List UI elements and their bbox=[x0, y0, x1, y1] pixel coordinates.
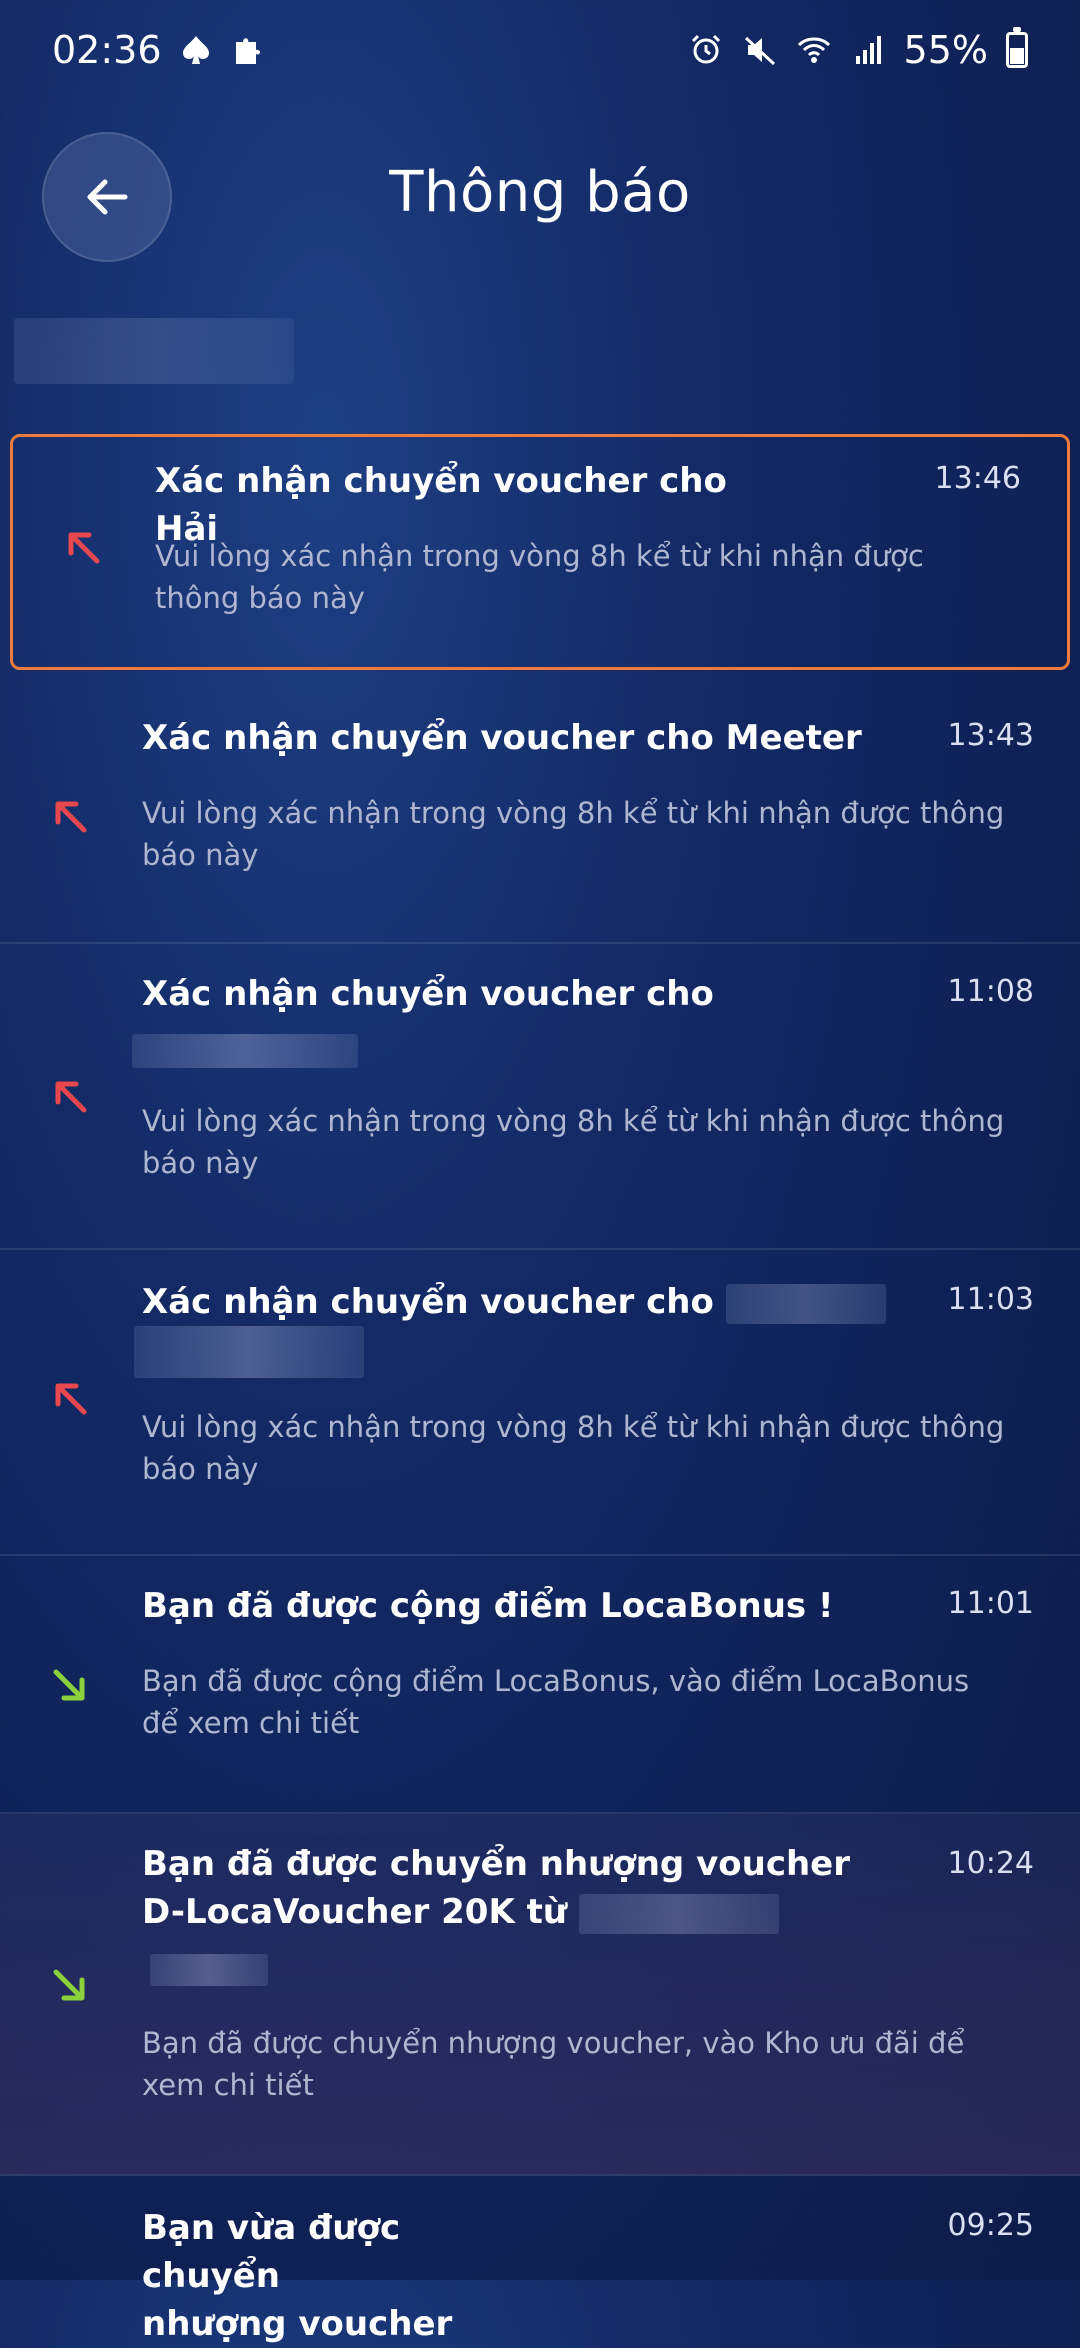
title-text: D-LocaVoucher 20K từ bbox=[142, 1892, 568, 1932]
notification-body: Vui lòng xác nhận trong vòng 8h kể từ kh… bbox=[155, 539, 924, 615]
notification-list: Xác nhận chuyển voucher cho Hải 13:46 Vu… bbox=[0, 428, 1080, 2344]
title-text: Bạn vừa được bbox=[142, 2208, 401, 2248]
notification-item[interactable]: Xác nhận chuyển voucher cho 11:03 Vui lò… bbox=[0, 1250, 1080, 1556]
redacted-name bbox=[132, 1034, 358, 1068]
redacted-name bbox=[725, 1283, 886, 1324]
notification-time: 11:03 bbox=[947, 1282, 1034, 1317]
title-line-2: nhượng voucher bbox=[142, 2304, 453, 2344]
redacted-name bbox=[150, 1954, 268, 1986]
redacted-name bbox=[578, 1893, 779, 1934]
title-text: Xác nhận chuyển voucher cho bbox=[155, 461, 727, 501]
notification-time: 13:46 bbox=[934, 461, 1021, 496]
arrow-up-left-icon bbox=[55, 1081, 87, 1113]
notification-body: Vui lòng xác nhận trong vòng 8h kể từ kh… bbox=[142, 1104, 1005, 1180]
notification-body: Bạn đã được cộng điểm LocaBonus, vào điể… bbox=[142, 1664, 970, 1740]
notification-title: Bạn vừa được chuyển nhượng voucher bbox=[142, 2204, 860, 2348]
notification-title: Xác nhận chuyển voucher cho Meeter bbox=[142, 718, 862, 758]
title-text: chuyển bbox=[142, 2256, 280, 2296]
notification-item[interactable]: Xác nhận chuyển voucher cho 11:08 Vui lò… bbox=[0, 944, 1080, 1250]
notification-item[interactable]: Bạn đã được cộng điểm LocaBonus ! 11:01 … bbox=[0, 1556, 1080, 1814]
notification-title: Bạn đã được cộng điểm LocaBonus ! bbox=[142, 1586, 834, 1626]
status-bar: 02:36 55% bbox=[0, 0, 1080, 100]
notification-item[interactable]: Xác nhận chuyển voucher cho Hải 13:46 Vu… bbox=[10, 434, 1070, 670]
notification-time: 09:25 bbox=[947, 2208, 1034, 2243]
title-line-2: D-LocaVoucher 20K từ bbox=[142, 1888, 890, 1936]
notification-body: Vui lòng xác nhận trong vòng 8h kể từ kh… bbox=[142, 796, 1005, 872]
arrow-up-left-icon bbox=[68, 532, 100, 564]
status-right: 55% bbox=[688, 27, 1028, 72]
arrow-down-right-icon bbox=[53, 1669, 85, 1701]
header: Thông báo bbox=[0, 120, 1080, 280]
notification-title: Bạn đã được chuyển nhượng voucher D-Loca… bbox=[142, 1840, 890, 1936]
page-title: Thông báo bbox=[389, 160, 691, 225]
status-time: 02:36 bbox=[52, 28, 162, 72]
notification-time: 13:43 bbox=[947, 718, 1034, 753]
redacted-name bbox=[134, 1326, 364, 1378]
puzzle-icon bbox=[235, 38, 260, 64]
status-left: 02:36 bbox=[52, 28, 266, 72]
battery-percent: 55% bbox=[903, 28, 988, 72]
notification-item[interactable]: Bạn đã được chuyển nhượng voucher D-Loca… bbox=[0, 1814, 1080, 2176]
title-line-1: Bạn đã được chuyển nhượng voucher bbox=[142, 1844, 851, 1884]
notification-body: Vui lòng xác nhận trong vòng 8h kể từ kh… bbox=[142, 1410, 1005, 1486]
notification-title: Xác nhận chuyển voucher cho bbox=[142, 1278, 890, 1326]
signal-icon bbox=[855, 36, 881, 64]
blurred-subtitle bbox=[14, 318, 294, 384]
notification-time: 10:24 bbox=[947, 1846, 1034, 1881]
notification-body: Bạn đã được chuyển nhượng voucher, vào K… bbox=[142, 2026, 965, 2102]
spade-icon bbox=[182, 36, 209, 64]
notification-time: 11:08 bbox=[947, 974, 1034, 1009]
alarm-icon bbox=[691, 34, 720, 64]
arrow-up-left-icon bbox=[55, 801, 87, 833]
notification-item[interactable]: Bạn vừa được chuyển nhượng voucher 09:25 bbox=[0, 2176, 1080, 2344]
wifi-icon bbox=[797, 37, 830, 63]
title-text: Xác nhận chuyển voucher cho bbox=[142, 1282, 714, 1322]
arrow-down-right-icon bbox=[53, 1969, 85, 2001]
notification-title: Xác nhận chuyển voucher cho bbox=[142, 974, 714, 1014]
notification-item[interactable]: Xác nhận chuyển voucher cho Meeter 13:43… bbox=[0, 684, 1080, 944]
arrow-up-left-icon bbox=[55, 1383, 87, 1415]
title-line-1: Bạn vừa được chuyển bbox=[142, 2204, 860, 2300]
mute-icon bbox=[744, 36, 775, 66]
notification-time: 11:01 bbox=[947, 1586, 1034, 1621]
battery-icon bbox=[1006, 27, 1028, 68]
